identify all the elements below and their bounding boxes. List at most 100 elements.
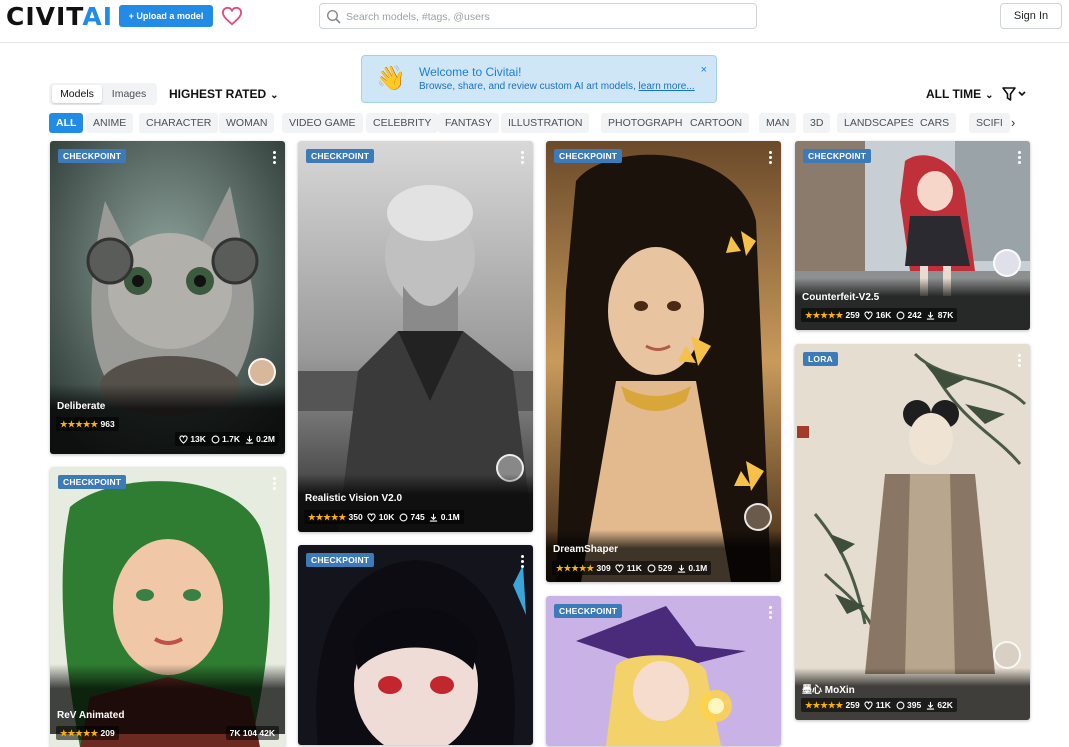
like-count: 16K bbox=[875, 310, 892, 320]
sort-label: HIGHEST RATED bbox=[169, 87, 267, 101]
tag-all[interactable]: ALL bbox=[49, 113, 84, 133]
kebab-menu-icon[interactable] bbox=[769, 606, 773, 620]
chevron-down-icon: ⌄ bbox=[985, 90, 994, 101]
stats-badge: 7K 104 42K bbox=[225, 726, 279, 740]
model-name: Counterfeit-V2.5 bbox=[802, 292, 880, 303]
card-footer bbox=[795, 278, 1030, 330]
logo-accent: AI bbox=[82, 2, 114, 31]
stats-badge: ★★★★★ 350 10K 745 0.1M bbox=[304, 510, 464, 524]
model-card[interactable]: CHECKPOINT DreamShaper ★★★★★ 309 11K 529… bbox=[546, 141, 781, 582]
close-icon[interactable]: × bbox=[701, 64, 707, 76]
model-name: DreamShaper bbox=[553, 544, 619, 555]
chevron-right-icon[interactable]: › bbox=[1011, 115, 1015, 130]
tag-character[interactable]: CHARACTER bbox=[139, 113, 219, 133]
kebab-menu-icon[interactable] bbox=[769, 151, 773, 165]
learn-more-link[interactable]: learn more... bbox=[639, 81, 695, 92]
top-bar: CIVITAI + Upload a model Sign In bbox=[0, 0, 1069, 43]
tag-landscapes[interactable]: LANDSCAPES bbox=[837, 113, 922, 133]
comment-count: 745 bbox=[410, 512, 425, 522]
tag-celebrity[interactable]: CELEBRITY bbox=[366, 113, 439, 133]
creator-avatar[interactable] bbox=[248, 358, 276, 386]
stats-badge: ★★★★★ 259 11K 395 62K bbox=[801, 698, 957, 712]
upload-model-button[interactable]: + Upload a model bbox=[119, 5, 213, 27]
model-card[interactable]: CHECKPOINT bbox=[298, 545, 533, 745]
search-input[interactable] bbox=[346, 8, 746, 26]
tab-images[interactable]: Images bbox=[104, 85, 154, 103]
heart-icon[interactable] bbox=[221, 6, 243, 26]
card-footer bbox=[50, 664, 285, 734]
model-type-badge: CHECKPOINT bbox=[306, 149, 375, 163]
rating-count: 350 bbox=[348, 512, 363, 522]
logo-text: CIVIT bbox=[6, 2, 83, 31]
model-card[interactable]: CHECKPOINT Deliberate ★★★★★ 963 13K 1.7K… bbox=[50, 141, 285, 454]
like-heart-icon bbox=[864, 311, 874, 320]
comment-count: 529 bbox=[658, 563, 673, 573]
rating-count: 209 bbox=[100, 728, 115, 738]
download-icon bbox=[245, 435, 253, 444]
tag-video-game[interactable]: VIDEO GAME bbox=[282, 113, 363, 133]
rating-badge: ★★★★★ 963 bbox=[56, 417, 119, 431]
rating-count: 259 bbox=[845, 700, 860, 710]
tag-fantasy[interactable]: FANTASY bbox=[438, 113, 500, 133]
filter-icon[interactable] bbox=[1001, 86, 1029, 102]
period-dropdown[interactable]: ALL TIME ⌄ bbox=[926, 86, 994, 102]
tab-models[interactable]: Models bbox=[52, 85, 102, 103]
rating-count: 259 bbox=[845, 310, 860, 320]
download-count: 0.1M bbox=[688, 563, 708, 573]
tag-3d[interactable]: 3D bbox=[803, 113, 831, 133]
kebab-menu-icon[interactable] bbox=[1018, 354, 1022, 368]
tag-cars[interactable]: CARS bbox=[913, 113, 957, 133]
welcome-banner: 👋 Welcome to Civitai! Browse, share, and… bbox=[361, 55, 717, 103]
creator-avatar[interactable] bbox=[993, 249, 1021, 277]
sign-in-button[interactable]: Sign In bbox=[1000, 3, 1062, 29]
model-type-badge: CHECKPOINT bbox=[554, 149, 623, 163]
civitai-logo[interactable]: CIVITAI bbox=[6, 4, 113, 29]
tag-man[interactable]: MAN bbox=[759, 113, 797, 133]
model-card[interactable]: LORA 墨心 MoXin ★★★★★ 259 11K 395 62K bbox=[795, 344, 1030, 720]
model-name: Deliberate bbox=[57, 401, 106, 412]
waving-hand-icon: 👋 bbox=[376, 65, 406, 92]
download-count: 0.2M bbox=[256, 434, 275, 444]
model-type-badge: CHECKPOINT bbox=[803, 149, 872, 163]
like-heart-icon bbox=[367, 513, 377, 522]
like-heart-icon bbox=[179, 435, 188, 444]
comment-icon bbox=[896, 311, 905, 320]
kebab-menu-icon[interactable] bbox=[521, 555, 525, 569]
like-heart-icon bbox=[864, 701, 874, 710]
tag-scifi[interactable]: SCIFI bbox=[969, 113, 1010, 133]
creator-avatar[interactable] bbox=[993, 641, 1021, 669]
download-count: 62K bbox=[937, 700, 953, 710]
like-count: 11K bbox=[875, 700, 891, 710]
welcome-title: Welcome to Civitai! bbox=[419, 65, 522, 79]
model-card[interactable]: CHECKPOINT Counterfeit-V2.5 ★★★★★ 259 16… bbox=[795, 141, 1030, 330]
model-type-badge: CHECKPOINT bbox=[58, 475, 127, 489]
kebab-menu-icon[interactable] bbox=[273, 151, 277, 165]
stats-badge: 13K 1.7K 0.2M bbox=[174, 432, 279, 446]
sort-dropdown[interactable]: HIGHEST RATED ⌄ bbox=[169, 86, 279, 102]
model-type-badge: CHECKPOINT bbox=[554, 604, 623, 618]
kebab-menu-icon[interactable] bbox=[521, 151, 525, 165]
download-icon bbox=[677, 564, 686, 573]
star-rating-icon: ★★★★★ bbox=[556, 563, 595, 573]
download-icon bbox=[927, 311, 935, 320]
stats-badge: ★★★★★ 309 11K 529 0.1M bbox=[552, 561, 712, 575]
search-box[interactable] bbox=[319, 3, 757, 29]
tag-illustration[interactable]: ILLUSTRATION bbox=[501, 113, 590, 133]
welcome-text: Browse, share, and review custom AI art … bbox=[419, 81, 639, 92]
creator-avatar[interactable] bbox=[744, 503, 772, 531]
model-card[interactable]: CHECKPOINT Realistic Vision V2.0 ★★★★★ 3… bbox=[298, 141, 533, 532]
like-count: 13K bbox=[190, 434, 206, 444]
model-card[interactable]: CHECKPOINT bbox=[546, 596, 781, 746]
download-icon bbox=[430, 513, 438, 522]
kebab-menu-icon[interactable] bbox=[273, 477, 277, 491]
tag-anime[interactable]: ANIME bbox=[86, 113, 134, 133]
model-card[interactable]: CHECKPOINT ReV Animated ★★★★★ 209 7K 104… bbox=[50, 467, 285, 747]
tag-filter-bar: ALL ANIME CHARACTER WOMAN VIDEO GAME CELEBRIT… bbox=[49, 113, 1029, 133]
download-count: 0.1M bbox=[440, 512, 460, 522]
comment-count: 104 bbox=[242, 728, 258, 738]
kebab-menu-icon[interactable] bbox=[1018, 151, 1022, 165]
tag-woman[interactable]: WOMAN bbox=[219, 113, 275, 133]
tag-cartoon[interactable]: CARTOON bbox=[683, 113, 750, 133]
download-count: 42K bbox=[259, 728, 275, 738]
like-heart-icon bbox=[615, 564, 625, 573]
